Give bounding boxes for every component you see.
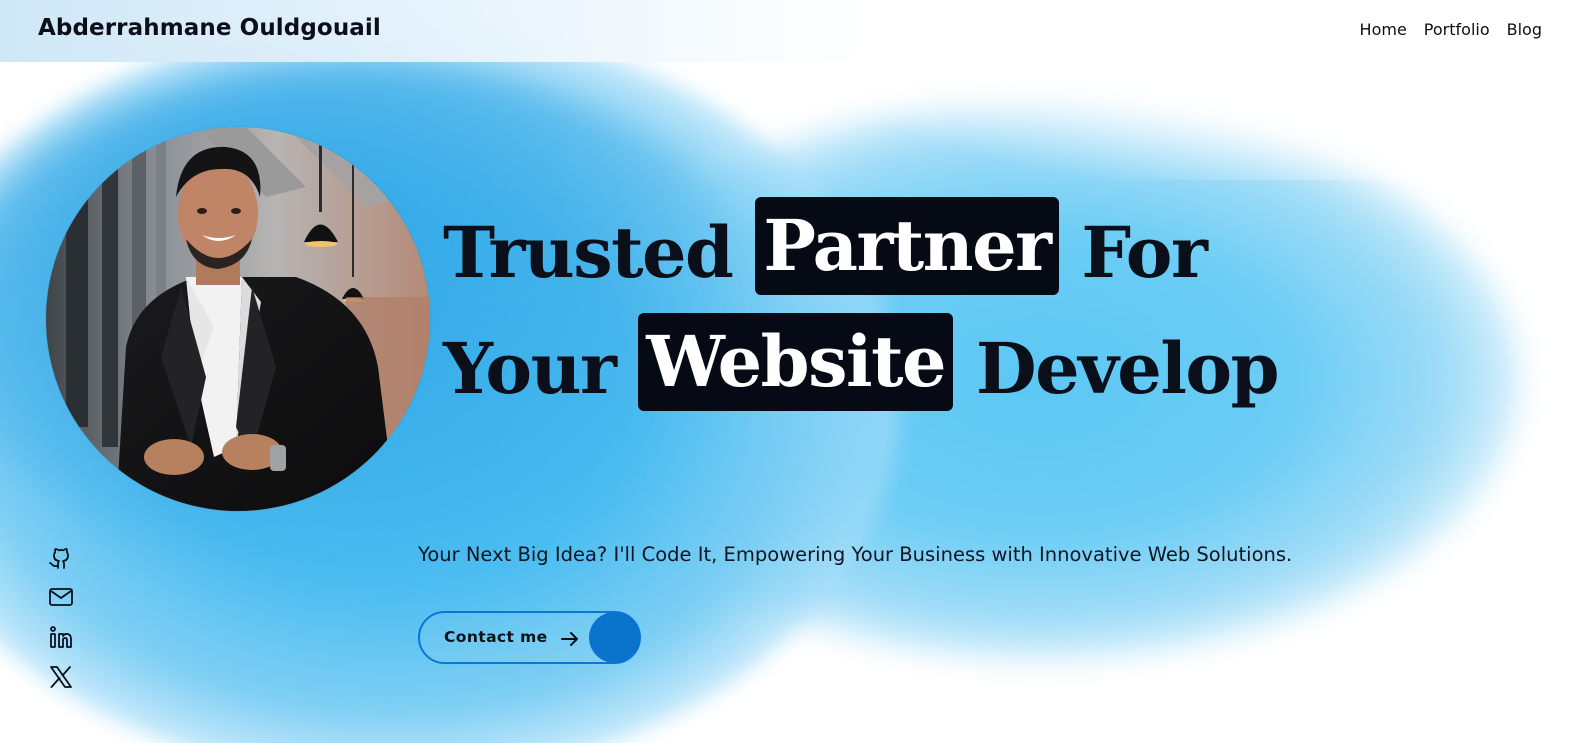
headline-line-1: Trusted Partner For: [443, 195, 1278, 311]
contact-me-label: Contact me: [444, 628, 548, 646]
portrait-image: [46, 127, 430, 511]
headline-word: Trusted: [443, 211, 734, 294]
site-header: Abderrahmane Ouldgouail Home Portfolio B…: [0, 0, 1582, 62]
x-icon[interactable]: [48, 665, 74, 689]
arrow-right-icon: [561, 632, 578, 646]
social-links: [48, 545, 74, 689]
headline-word: Develop: [975, 327, 1280, 410]
hero-tagline: Your Next Big Idea? I'll Code It, Empowe…: [418, 543, 1293, 566]
linkedin-icon[interactable]: [48, 625, 74, 649]
hero-headline: Trusted Partner For Your Website Develop: [443, 195, 1280, 427]
nav-home-link[interactable]: Home: [1360, 20, 1407, 39]
main-nav: Home Portfolio Blog: [1360, 20, 1542, 39]
headline-highlight: Website: [638, 313, 953, 411]
contact-me-knob: [589, 612, 640, 663]
mail-icon[interactable]: [48, 585, 74, 609]
headline-word: Your: [443, 327, 617, 410]
headline-word: For: [1081, 211, 1207, 294]
headline-line-2: Your Website Develop: [443, 311, 1280, 427]
github-icon[interactable]: [48, 545, 74, 569]
headline-highlight: Partner: [755, 197, 1059, 295]
nav-portfolio-link[interactable]: Portfolio: [1424, 20, 1490, 39]
nav-blog-link[interactable]: Blog: [1507, 20, 1542, 39]
site-brand[interactable]: Abderrahmane Ouldgouail: [38, 15, 381, 41]
contact-me-button[interactable]: Contact me: [418, 611, 641, 664]
